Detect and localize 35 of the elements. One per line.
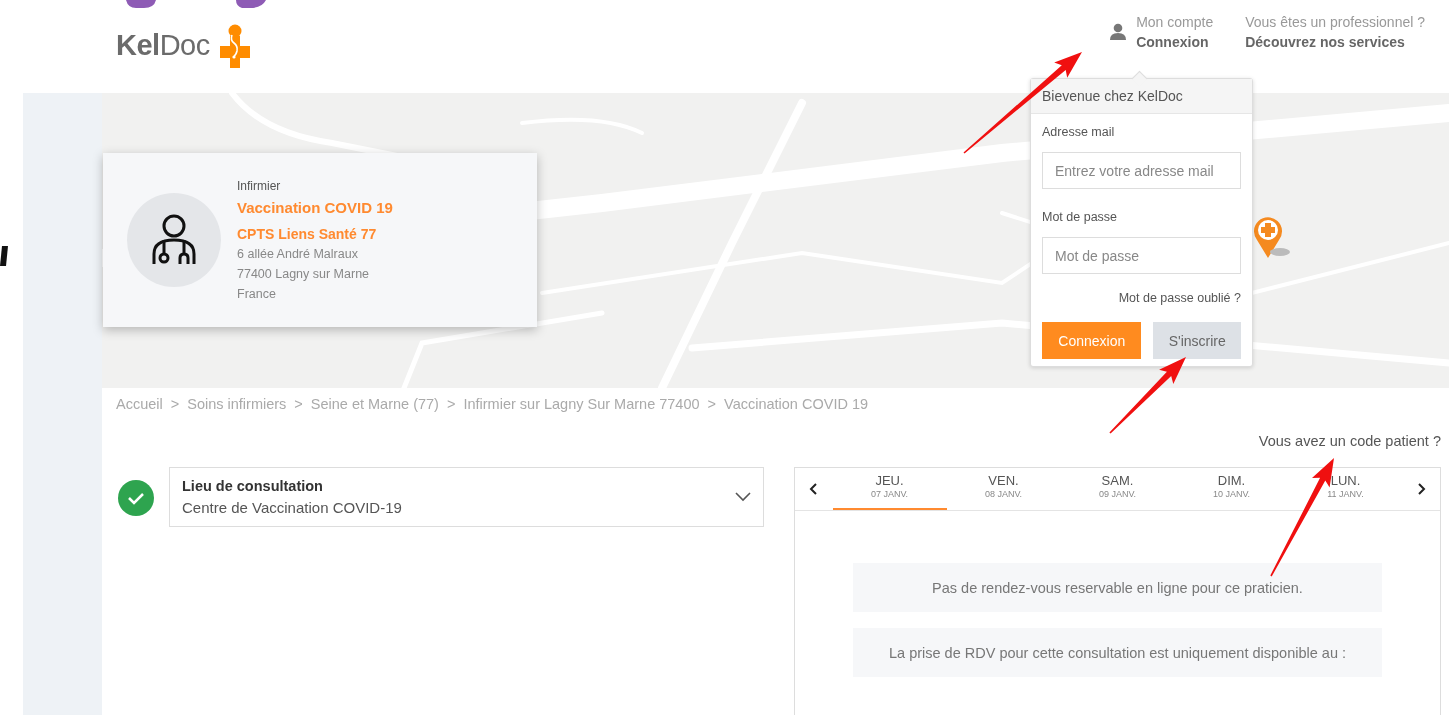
breadcrumb-separator: > [294, 396, 303, 412]
address-line: 6 allée André Malraux [237, 246, 359, 263]
patient-code-link[interactable]: Vous avez un code patient ? [1258, 433, 1441, 449]
day-tab[interactable]: DIM. 10 JANV. [1174, 468, 1289, 510]
logo-text: KelDoc [116, 29, 210, 62]
organization-name: CPTS Liens Santé 77 [237, 225, 378, 244]
forgot-password-link[interactable]: Mot de passe oublié ? [1118, 291, 1241, 305]
info-message: Pas de rendez-vous reservable en ligne pour ce praticien. [853, 563, 1382, 612]
breadcrumb-separator: > [446, 396, 456, 412]
user-icon [1110, 23, 1127, 40]
select-label: Lieu de consultation [182, 477, 324, 496]
field-label: Adresse mail [1042, 124, 1116, 140]
info-message: La prise de RDV pour cette consultation est uniquement disponible au : [853, 628, 1382, 677]
breadcrumb-separator: > [170, 396, 180, 412]
chevron-left-icon [809, 483, 819, 495]
day-tab[interactable]: JEU. 07 JANV. [832, 468, 947, 510]
professional-link[interactable]: Vous êtes un professionnel ? Découvrez nos services [1245, 11, 1425, 52]
edge-fragment-drawing [0, 246, 8, 266]
field-label: Mot de passe [1042, 209, 1119, 225]
email-input-field[interactable]: Entrez votre adresse mail [1042, 152, 1241, 189]
select-value: Centre de Vaccination COVID-19 [182, 498, 402, 518]
popup-title: Bievenue chez KelDoc [1031, 79, 1252, 114]
breadcrumb-separator: > [707, 396, 717, 412]
account-link[interactable]: Mon compte Connexion [1136, 11, 1214, 52]
chevron-down-icon [735, 492, 751, 502]
signup-button[interactable]: S'inscrire [1153, 322, 1241, 359]
consultation-place-select[interactable]: Lieu de consultation Centre de Vaccination COVID-19 [169, 467, 764, 527]
day-tab[interactable]: SAM. 09 JANV. [1060, 468, 1175, 510]
address-line: 77400 Lagny sur Marne [237, 266, 371, 283]
password-input-field[interactable]: Mot de passe [1042, 237, 1241, 274]
day-tab[interactable]: VEN. 08 JANV. [946, 468, 1061, 510]
address-line: France [237, 286, 277, 303]
chevron-right-icon [1416, 483, 1426, 495]
category-text: Infirmier [237, 178, 282, 195]
day-tab[interactable]: LUN. 11 JANV. [1288, 468, 1403, 510]
